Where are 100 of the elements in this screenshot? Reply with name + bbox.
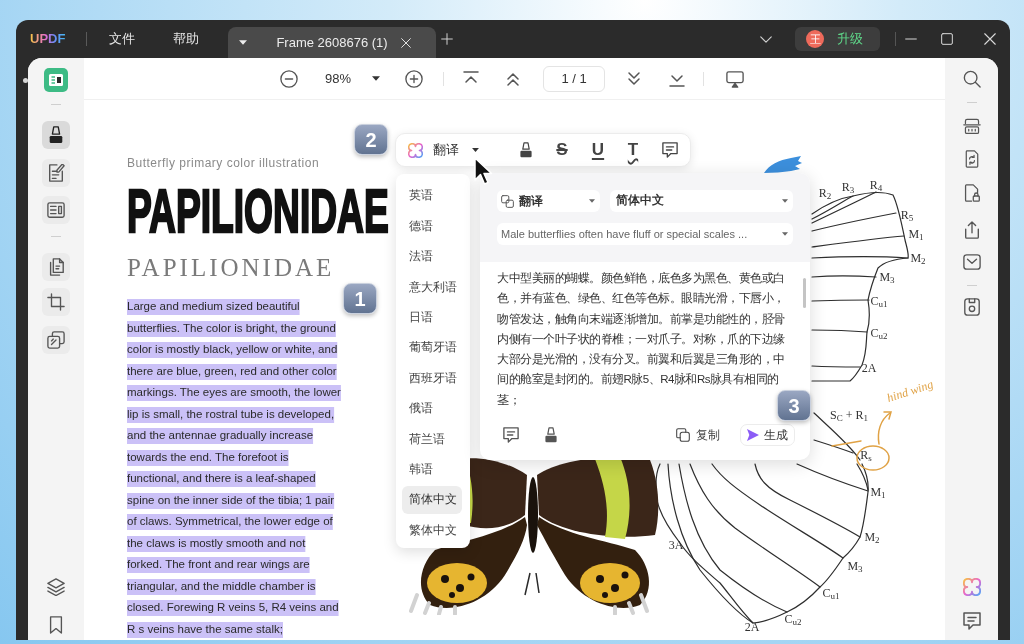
generate-button[interactable]: 生成 [740, 424, 795, 446]
strike-mark [831, 440, 862, 447]
language-option[interactable]: 荷兰语 [402, 425, 462, 454]
document-pen-icon [47, 164, 65, 182]
copy-icon [676, 428, 690, 442]
crop-icon [47, 293, 65, 311]
mail-icon[interactable] [962, 253, 981, 271]
strikethrough-button[interactable]: S [552, 139, 572, 161]
scan-box-icon[interactable] [962, 117, 981, 135]
ai-clover-icon[interactable] [962, 578, 981, 596]
language-option[interactable]: 西班牙语 [402, 364, 462, 393]
comment-icon[interactable] [503, 427, 519, 443]
language-option[interactable]: 法语 [402, 242, 462, 271]
underline-button[interactable]: U [588, 139, 608, 161]
language-option[interactable]: 英语 [402, 182, 462, 210]
bookmark-icon[interactable] [47, 616, 65, 634]
source-text-select[interactable]: Male butterflies often have fluff or special scales ... [497, 223, 793, 245]
duplicate-tool[interactable] [42, 326, 70, 354]
caret-down-icon [472, 148, 479, 152]
edit-tool[interactable] [42, 159, 70, 187]
handwritten-note: hind wing [885, 377, 935, 405]
vein-label: R$_{5}$ [900, 209, 914, 221]
scrollbar[interactable] [803, 278, 806, 308]
vein-label: M$_{1}$ [870, 486, 886, 498]
translate-button[interactable]: 翻译 [408, 140, 479, 160]
caret-down-icon [239, 40, 248, 45]
avatar: 王 [806, 30, 824, 48]
vein-label: M$_{3}$ [847, 560, 863, 572]
vein-label: R$_{2}$ [818, 187, 832, 199]
overlapping-squares-icon [47, 331, 65, 349]
vein-label: C$_{u2}$ [784, 613, 802, 625]
document-tab[interactable]: Frame 2608676 (1) [228, 27, 437, 58]
zoom-in-icon[interactable] [405, 69, 424, 88]
close-icon[interactable] [401, 37, 412, 48]
serif-heading: PAPILIONIDAE [127, 255, 335, 280]
zoom-out-icon[interactable] [280, 69, 298, 88]
vein-label: R$_{4}$ [869, 179, 883, 191]
vein-label: M$_{2}$ [910, 252, 926, 264]
curved-arrow [877, 411, 892, 445]
highlight-tool[interactable] [42, 121, 70, 149]
step-badge: 2 [354, 124, 388, 155]
close-icon[interactable] [984, 33, 996, 45]
vein-label: R$_{s}$ [860, 449, 872, 461]
vein-label: 2A [744, 621, 760, 633]
presentation-icon[interactable] [726, 69, 745, 88]
menu-item[interactable]: 帮助 [165, 26, 208, 52]
zoom-select[interactable]: 98% [325, 68, 381, 89]
pages-icon [47, 258, 65, 276]
language-option[interactable]: 繁体中文 [402, 516, 462, 545]
comment-icon[interactable] [662, 142, 678, 158]
language-option[interactable]: 韩语 [402, 455, 462, 484]
ai-clover-icon [408, 142, 423, 158]
search-icon[interactable] [962, 70, 981, 88]
vein-label: M$_{3}$ [879, 271, 895, 283]
crop-tool[interactable] [42, 288, 70, 316]
language-option[interactable]: 意大利语 [402, 273, 462, 302]
language-option[interactable]: 葡萄牙语 [402, 333, 462, 362]
squiggly-underline-button[interactable]: T [623, 139, 643, 161]
menu-item[interactable]: 文件 [101, 26, 144, 52]
layout-icon [47, 201, 65, 219]
language-option[interactable]: 俄语 [402, 394, 462, 423]
heading: PAPILIONIDAE [127, 180, 389, 242]
step-badge: 1 [343, 283, 377, 314]
vein-label: S$_{C}$ + R$_{1}$ [830, 409, 868, 421]
language-option[interactable]: 日语 [402, 303, 462, 332]
maximize-icon[interactable] [941, 33, 953, 45]
comment-icon[interactable] [962, 612, 981, 630]
form-tool[interactable] [42, 196, 70, 224]
vein-label: C$_{u1}$ [870, 295, 888, 307]
vein-label: C$_{u1}$ [822, 587, 840, 599]
language-option[interactable]: 简体中文 [402, 485, 462, 514]
caret-down-icon [782, 199, 788, 203]
paragraph: Large and medium sized beautiful butterflies. The color is bright, the ground color is mostly black, yellow or white, and there are blue, green, red and other color markings. The eyes are smooth, the lower lip is small, the rostral tube is developed, and the antennae gradually increase towards the end. The forefoot is functional, and there is a leaf-shaped spine on the inner side of the tibia; 1 pair of claws. Symmetrical, the lower edge of the claws is mostly smooth and not forked. The front and rear wings are triangular, and the middle chamber is closed. Forewing R veins 5, R4 veins and R s veins have the same stalk; [127, 299, 341, 637]
document-tile-icon[interactable] [44, 68, 68, 92]
vein-label: C$_{u2}$ [870, 327, 888, 339]
page-field[interactable]: 1 / 1 [543, 65, 606, 92]
vein-label: R$_{3}$ [841, 181, 855, 193]
circle-annotation [856, 445, 890, 471]
copy-button[interactable]: 复制 [676, 426, 720, 444]
share-icon[interactable] [962, 221, 981, 239]
highlighter-icon[interactable] [543, 427, 559, 443]
mode-select[interactable]: 翻译 [497, 190, 600, 212]
caret-down-icon [372, 76, 381, 81]
upgrade-button[interactable]: 王 升级 [795, 27, 880, 51]
subtitle: Butterfly primary color illustration [127, 155, 320, 171]
highlighter-icon[interactable] [518, 142, 534, 158]
plus-icon[interactable] [441, 33, 454, 45]
layers-icon[interactable] [47, 578, 65, 596]
caret-down-icon [589, 199, 595, 203]
vein-label: M$_{1}$ [908, 228, 924, 240]
step-badge: 3 [777, 390, 811, 421]
document-lock-icon[interactable] [962, 184, 981, 202]
language-select[interactable]: 简体中文 [610, 190, 793, 212]
vein-label: M$_{2}$ [864, 531, 880, 543]
language-option[interactable]: 德语 [402, 212, 462, 241]
hindwing-upper-drawing [813, 412, 861, 461]
send-icon [747, 429, 759, 441]
chevron-down-icon[interactable] [760, 35, 772, 43]
pages-tool[interactable] [42, 253, 70, 281]
highlighter-icon [47, 126, 65, 144]
